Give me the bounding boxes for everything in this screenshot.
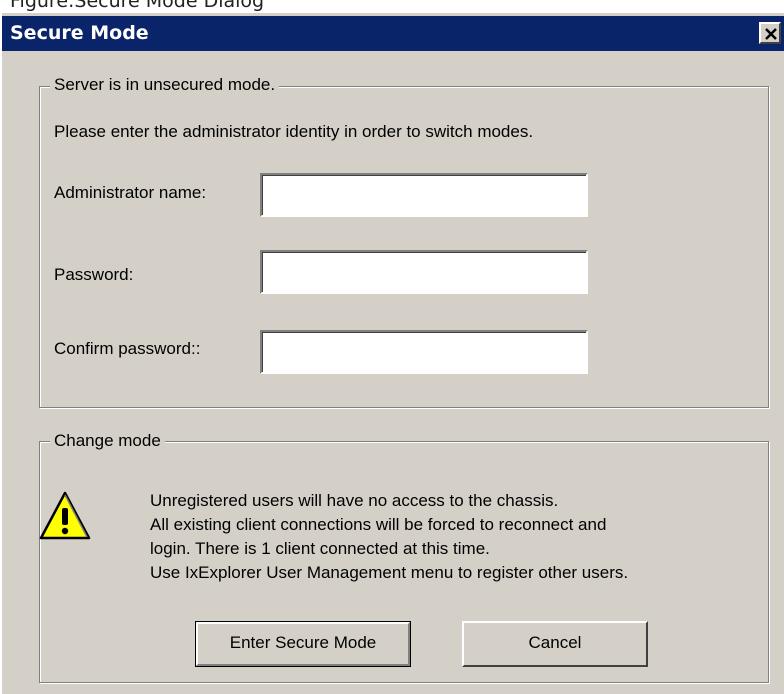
confirm-password-label: Confirm password:: [54, 339, 201, 358]
message-line: All existing client connections will be … [150, 515, 607, 534]
secure-mode-dialog: Secure Mode Server is in unsecured mode.… [0, 13, 784, 694]
message-line: Unregistered users will have no access t… [150, 491, 559, 510]
change-mode-legend: Change mode [50, 431, 165, 451]
close-icon [765, 28, 777, 40]
admin-name-label: Administrator name: [54, 183, 207, 202]
password-label: Password: [54, 265, 134, 284]
enter-secure-mode-label: Enter Secure Mode [196, 622, 410, 666]
cancel-button[interactable]: Cancel [462, 621, 648, 667]
title-bar[interactable]: Secure Mode [2, 16, 784, 51]
figure-caption: Figure:Secure Mode Dialog [10, 0, 265, 12]
identity-group-legend: Server is in unsecured mode. [50, 75, 280, 95]
instruction-text: Please enter the administrator identity … [54, 122, 534, 141]
message-line: Use IxExplorer User Management menu to r… [150, 563, 629, 582]
message-line: login. There is 1 client connected at th… [150, 539, 490, 558]
change-mode-message: Unregistered users will have no access t… [150, 489, 628, 585]
warning-icon [39, 491, 91, 540]
password-input[interactable] [260, 250, 588, 294]
close-button[interactable] [759, 22, 781, 44]
admin-name-input[interactable] [260, 173, 588, 217]
enter-secure-mode-button[interactable]: Enter Secure Mode [195, 621, 411, 667]
dialog-title: Secure Mode [10, 22, 149, 44]
confirm-password-input[interactable] [260, 330, 588, 374]
